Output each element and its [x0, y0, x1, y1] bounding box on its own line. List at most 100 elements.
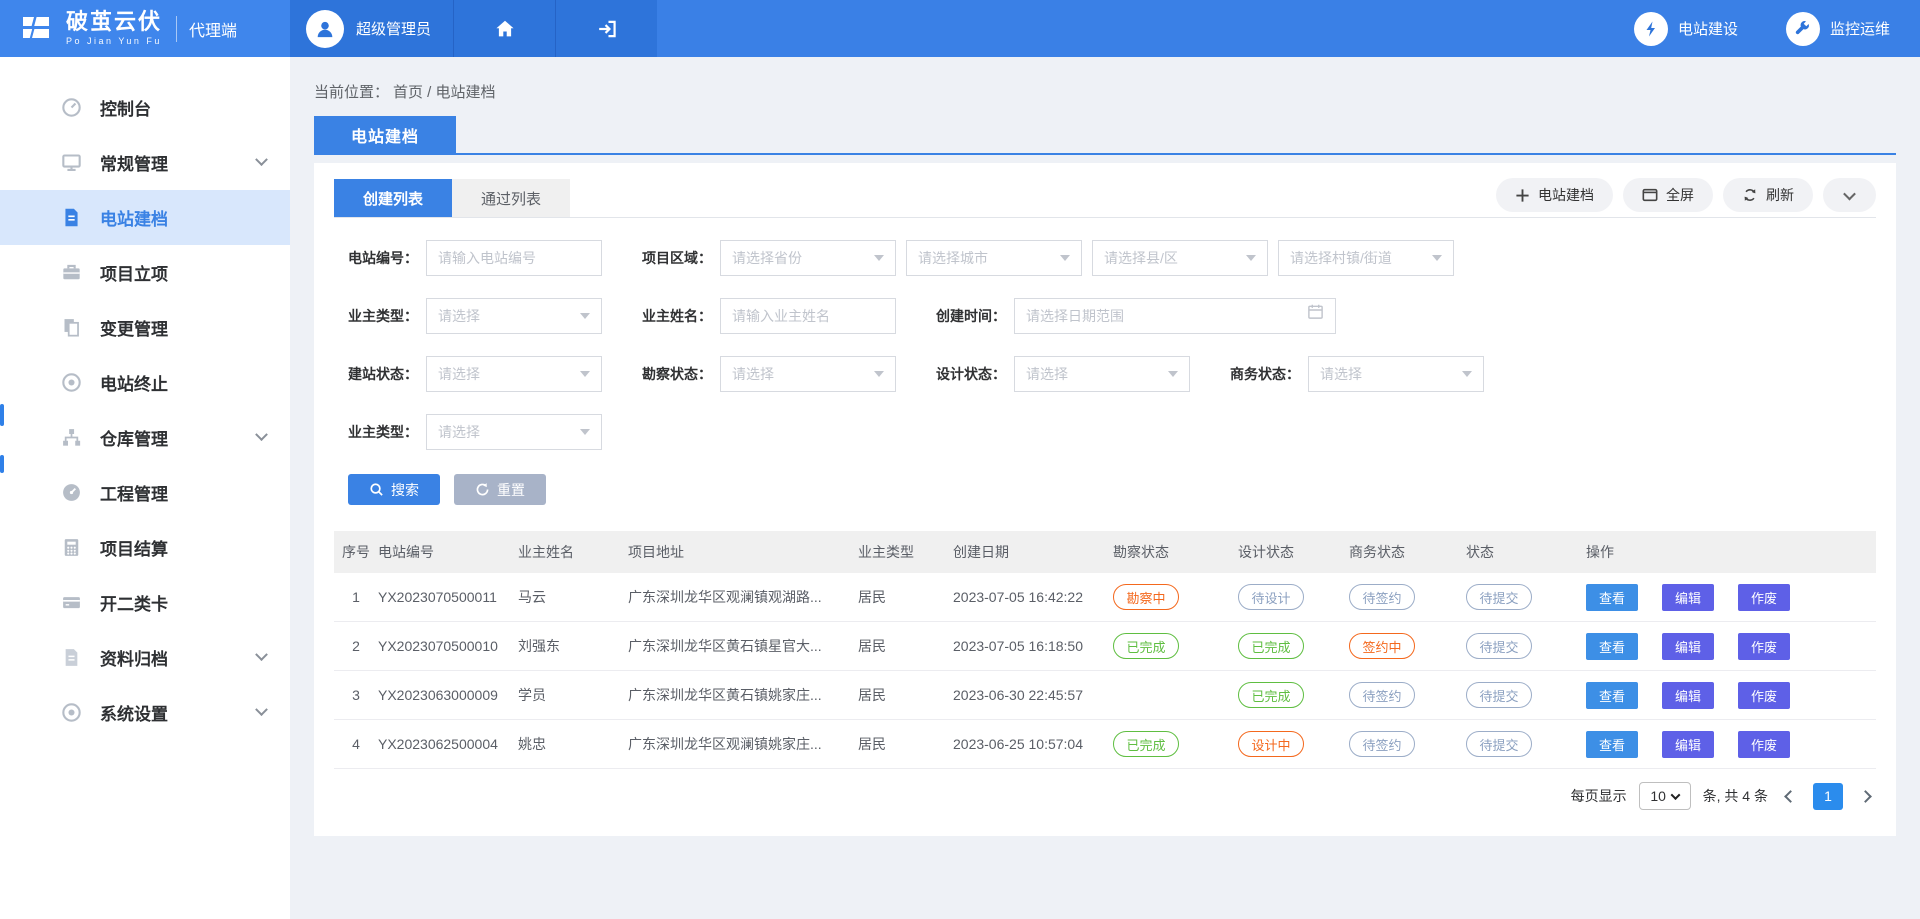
list-tabs-row: 创建列表 通过列表 电站建档 全屏: [334, 178, 1876, 218]
sidebar-item-station-terminate[interactable]: 电站终止: [0, 355, 290, 410]
sidebar-item-warehouse-mgmt[interactable]: 仓库管理: [0, 410, 290, 465]
biz-status-label: 商务状态：: [1230, 364, 1300, 384]
edit-button[interactable]: 编辑: [1662, 682, 1714, 709]
void-button[interactable]: 作废: [1738, 584, 1790, 611]
per-page-select[interactable]: 10: [1639, 782, 1691, 810]
view-button[interactable]: 查看: [1586, 584, 1638, 611]
edit-button[interactable]: 编辑: [1662, 584, 1714, 611]
reset-button[interactable]: 重置: [454, 474, 546, 505]
col-header: 勘察状态: [1113, 542, 1238, 562]
tab-create-list[interactable]: 创建列表: [334, 179, 452, 217]
sidebar-item-engineering-mgmt[interactable]: 工程管理: [0, 465, 290, 520]
reset-label: 重置: [497, 480, 525, 500]
create-time-input[interactable]: [1026, 308, 1299, 324]
top-bar: 破茧云伏 Po Jian Yun Fu 代理端 超级管理员: [0, 0, 1920, 57]
edit-button[interactable]: 编辑: [1662, 731, 1714, 758]
caret-down-icon: [580, 371, 590, 377]
sidebar-scrollbar[interactable]: [0, 404, 4, 426]
owner-type-select[interactable]: 请选择: [426, 298, 602, 334]
brand-area[interactable]: 破茧云伏 Po Jian Yun Fu 代理端: [0, 0, 290, 57]
cell-address: 广东深圳龙华区观澜镇观湖路...: [628, 587, 858, 607]
view-button[interactable]: 查看: [1586, 731, 1638, 758]
city-select[interactable]: 请选择城市: [906, 240, 1082, 276]
brand-title: 破茧云伏: [66, 11, 162, 33]
view-button[interactable]: 查看: [1586, 633, 1638, 660]
reset-icon: [475, 482, 490, 497]
tab-passed-list[interactable]: 通过列表: [452, 179, 570, 217]
next-page-icon[interactable]: [1859, 790, 1872, 803]
status-badge: 待提交: [1466, 584, 1532, 610]
view-button[interactable]: 查看: [1586, 682, 1638, 709]
col-header: 项目地址: [628, 542, 858, 562]
logout-button[interactable]: [555, 0, 657, 57]
sidebar-item-label: 仓库管理: [100, 425, 239, 450]
sidebar-item-system-settings[interactable]: 系统设置: [0, 685, 290, 740]
sidebar-item-console[interactable]: 控制台: [0, 80, 290, 135]
refresh-button[interactable]: 刷新: [1723, 178, 1813, 212]
design-status-badge: 已完成: [1238, 682, 1304, 708]
home-button[interactable]: [453, 0, 555, 57]
build-status-select[interactable]: 请选择: [426, 356, 602, 392]
owner-type-2-select[interactable]: 请选择: [426, 414, 602, 450]
sidebar-item-project-settlement[interactable]: 项目结算: [0, 520, 290, 575]
page-tab-station-archive[interactable]: 电站建档: [314, 116, 456, 153]
breadcrumb-path[interactable]: 首页 / 电站建档: [393, 84, 496, 101]
page-tab-bar: 电站建档: [314, 116, 1896, 155]
sidebar-item-label: 工程管理: [100, 480, 266, 505]
void-button[interactable]: 作废: [1738, 682, 1790, 709]
design-status-select[interactable]: 请选择: [1014, 356, 1190, 392]
fullscreen-button[interactable]: 全屏: [1623, 178, 1713, 212]
sidebar-scrollbar[interactable]: [0, 455, 4, 473]
calendar-icon: [1307, 303, 1324, 320]
owner-name-input[interactable]: [732, 308, 884, 324]
refresh-icon: [1742, 187, 1758, 203]
sidebar-item-label: 常规管理: [100, 150, 239, 175]
station-table: 序号 电站编号 业主姓名 项目地址 业主类型 创建日期 勘察状态 设计状态 商务…: [334, 531, 1876, 769]
chevron-down-icon: [255, 648, 268, 661]
prev-page-icon[interactable]: [1784, 790, 1797, 803]
biz-status-select[interactable]: 请选择: [1308, 356, 1484, 392]
county-select[interactable]: 请选择县/区: [1092, 240, 1268, 276]
sidebar-item-general-mgmt[interactable]: 常规管理: [0, 135, 290, 190]
town-select[interactable]: 请选择村镇/街道: [1278, 240, 1454, 276]
province-select[interactable]: 请选择省份: [720, 240, 896, 276]
create-station-button[interactable]: 电站建档: [1496, 178, 1613, 212]
sidebar-item-label: 变更管理: [100, 315, 266, 340]
cell-index: 1: [334, 589, 378, 605]
user-block[interactable]: 超级管理员: [290, 0, 453, 57]
search-icon: [369, 482, 384, 497]
file-icon: [60, 647, 82, 669]
nav-monitor-ops[interactable]: 监控运维: [1786, 12, 1890, 46]
cell-address: 广东深圳龙华区黄石镇姚家庄...: [628, 685, 858, 705]
portal-label: 代理端: [189, 17, 237, 41]
station-no-input[interactable]: [438, 250, 590, 266]
survey-status-select[interactable]: 请选择: [720, 356, 896, 392]
lightning-icon: [1642, 20, 1660, 38]
sidebar-item-project-setup[interactable]: 项目立项: [0, 245, 290, 300]
sidebar-item-open-card[interactable]: 开二类卡: [0, 575, 290, 630]
nav-station-build-label: 电站建设: [1678, 18, 1738, 39]
caret-down-icon: [1432, 255, 1442, 261]
region-label: 项目区域：: [642, 248, 712, 268]
void-button[interactable]: 作废: [1738, 731, 1790, 758]
page-number-1[interactable]: 1: [1813, 783, 1843, 810]
sidebar-item-change-mgmt[interactable]: 变更管理: [0, 300, 290, 355]
collapse-toolbar-button[interactable]: [1823, 178, 1876, 212]
search-label: 搜索: [391, 480, 419, 500]
cell-index: 4: [334, 736, 378, 752]
void-button[interactable]: 作废: [1738, 633, 1790, 660]
avatar[interactable]: [306, 10, 344, 48]
cell-station-code: YX2023062500004: [378, 736, 518, 752]
cell-station-code: YX2023070500010: [378, 638, 518, 654]
nav-station-build[interactable]: 电站建设: [1634, 12, 1738, 46]
sidebar-item-label: 开二类卡: [100, 590, 266, 615]
build-status-label: 建站状态：: [348, 364, 418, 384]
col-header: 创建日期: [953, 542, 1113, 562]
search-button[interactable]: 搜索: [348, 474, 440, 505]
sidebar-item-station-archive[interactable]: 电站建档: [0, 190, 290, 245]
edit-button[interactable]: 编辑: [1662, 633, 1714, 660]
filter-row-2: 业主类型： 请选择 业主姓名： 创建时间：: [348, 298, 1876, 334]
sidebar-item-data-archive[interactable]: 资料归档: [0, 630, 290, 685]
copy-files-icon: [60, 317, 82, 339]
caret-down-icon: [1246, 255, 1256, 261]
